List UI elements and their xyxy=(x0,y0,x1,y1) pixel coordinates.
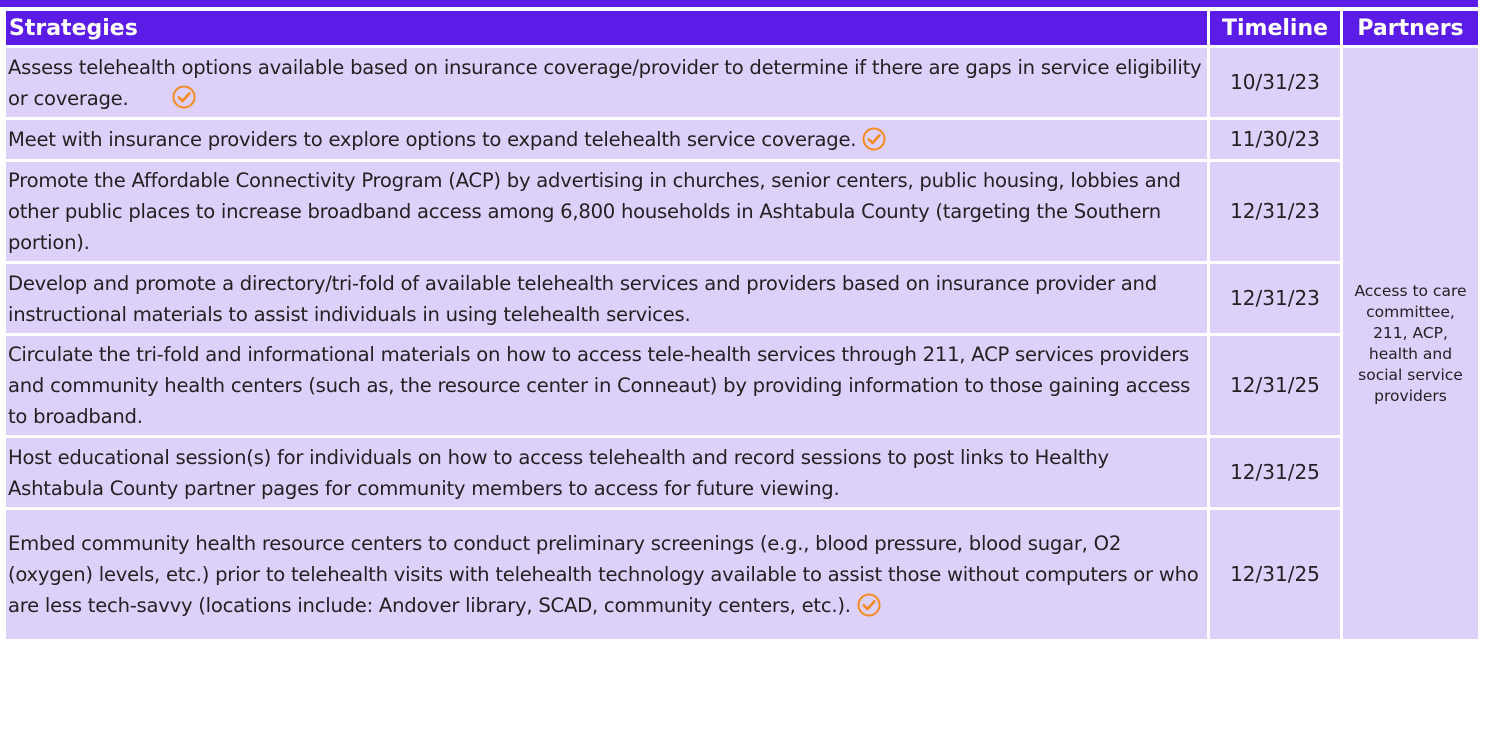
strategy-text: Circulate the tri-fold and informational… xyxy=(8,343,1191,428)
header-partners: Partners xyxy=(1343,11,1478,45)
timeline-cell: 11/30/23 xyxy=(1210,120,1340,159)
timeline-cell: 12/31/23 xyxy=(1210,264,1340,333)
header-strategies: Strategies xyxy=(6,11,1207,45)
timeline-cell: 10/31/23 xyxy=(1210,48,1340,117)
strategy-text: Embed community health resource centers … xyxy=(8,532,1199,617)
strategy-text: Promote the Affordable Connectivity Prog… xyxy=(8,169,1181,254)
table-row: Host educational session(s) for individu… xyxy=(6,438,1478,507)
strategy-text: Host educational session(s) for individu… xyxy=(8,445,1109,500)
strategy-text: Meet with insurance providers to explore… xyxy=(8,128,857,151)
strategy-cell: Host educational session(s) for individu… xyxy=(6,438,1207,507)
table-row: Promote the Affordable Connectivity Prog… xyxy=(6,162,1478,261)
strategy-cell: Assess telehealth options available base… xyxy=(6,48,1207,117)
timeline-cell: 12/31/25 xyxy=(1210,510,1340,639)
table-row: Embed community health resource centers … xyxy=(6,510,1478,639)
strategy-cell: Embed community health resource centers … xyxy=(6,510,1207,639)
strategy-cell: Circulate the tri-fold and informational… xyxy=(6,336,1207,435)
strategy-text: Develop and promote a directory/tri-fold… xyxy=(8,271,1157,326)
timeline-cell: 12/31/25 xyxy=(1210,438,1340,507)
header-timeline: Timeline xyxy=(1210,11,1340,45)
strategy-cell: Meet with insurance providers to explore… xyxy=(6,120,1207,159)
header-row: Strategies Timeline Partners xyxy=(6,11,1478,45)
check-circle-icon xyxy=(862,127,886,151)
timeline-cell: 12/31/25 xyxy=(1210,336,1340,435)
strategy-cell: Promote the Affordable Connectivity Prog… xyxy=(6,162,1207,261)
table-row: Develop and promote a directory/tri-fold… xyxy=(6,264,1478,333)
top-rule xyxy=(0,0,1478,7)
partners-cell: Access to care committee, 211, ACP, heal… xyxy=(1343,48,1478,639)
timeline-cell: 12/31/23 xyxy=(1210,162,1340,261)
check-circle-icon xyxy=(857,593,881,617)
table-row: Meet with insurance providers to explore… xyxy=(6,120,1478,159)
strategy-table: Strategies Timeline Partners Assess tele… xyxy=(3,8,1481,642)
table-row: Assess telehealth options available base… xyxy=(6,48,1478,639)
table-row: Circulate the tri-fold and informational… xyxy=(6,336,1478,435)
check-circle-icon xyxy=(172,85,196,109)
strategy-cell: Develop and promote a directory/tri-fold… xyxy=(6,264,1207,333)
